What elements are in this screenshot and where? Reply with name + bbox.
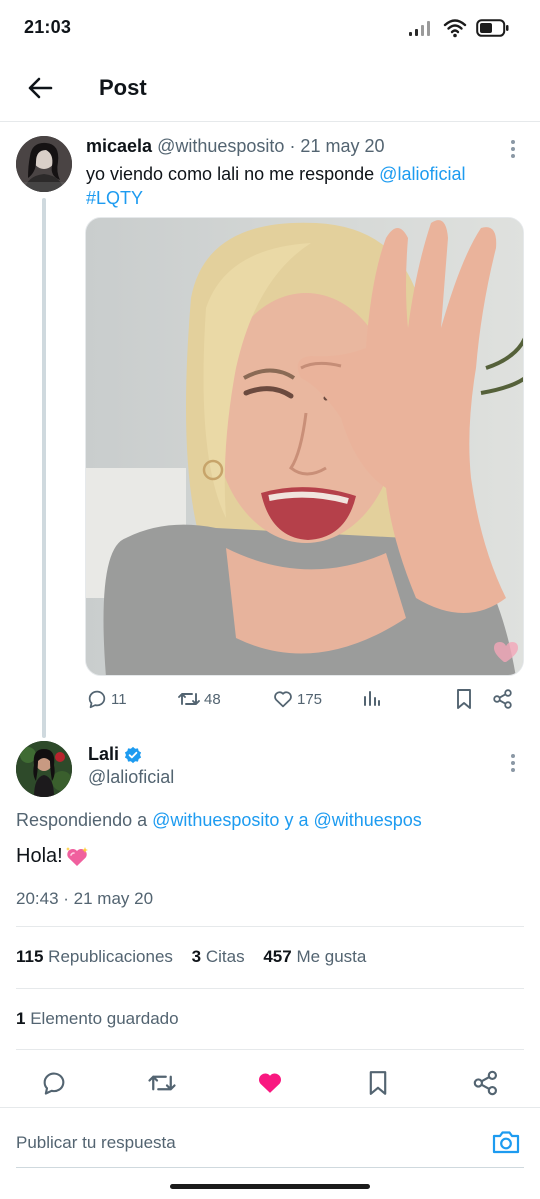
comment-icon [88,690,106,709]
reply-mention-1[interactable]: @withuesposito [152,810,279,830]
bookmarks-stat[interactable]: 1 Elemento guardado [16,1009,179,1029]
post-body: Hola! [16,845,63,867]
signal-icon [409,21,430,36]
heart-icon [274,691,292,708]
reply-bar: Publicar tu respuesta [0,1107,540,1171]
photo-crying-girl [86,218,523,675]
camera-icon[interactable] [490,1126,522,1158]
reply-count: 11 [111,690,127,708]
divider [16,926,524,927]
share-button[interactable] [471,1068,501,1098]
like-button[interactable]: 175 [272,688,322,710]
avatar-micaela[interactable] [16,136,72,192]
author-name[interactable]: Lali [88,744,142,765]
page-title: Post [99,75,147,100]
reply-placeholder: Publicar tu respuesta [16,1133,176,1152]
repost-button[interactable]: 48 [177,688,221,710]
replying-to: Respondiendo a @withuesposito y a @withu… [16,810,422,831]
wifi-icon [443,19,467,38]
more-options-icon[interactable] [508,752,518,774]
avatar-image [16,741,72,797]
repost-icon [148,1075,176,1091]
like-count: 175 [297,690,323,708]
repost-icon [178,693,200,705]
bookmark-button[interactable] [454,688,474,710]
avatar-lali[interactable] [16,741,72,797]
like-button[interactable] [255,1068,285,1098]
battery-icon [476,19,509,37]
bookmark-icon [369,1071,387,1095]
comment-icon [43,1072,65,1095]
reply-button[interactable]: 11 [86,688,127,710]
reposts-count: 115 [16,947,44,966]
thread-line [42,198,46,738]
hashtag-link[interactable]: #LQTY [86,188,143,208]
heart-filled-icon [259,1073,281,1093]
reply-prefix: Respondiendo a [16,810,153,830]
post-media[interactable] [85,217,524,676]
reposts-label: Republicaciones [48,947,173,966]
analytics-button[interactable] [362,688,382,708]
share-icon [493,689,512,709]
reply-mention-2[interactable]: @withuespos [313,810,421,830]
post-timestamp: 20:43 · 21 may 20 [16,889,154,908]
quotes-label: Citas [205,947,245,966]
arrow-left-icon [28,77,53,99]
author-handle[interactable]: @withuesposito [157,136,284,156]
divider [16,988,524,989]
repost-count: 48 [204,690,221,708]
likes-stat[interactable]: 457 Me gusta [263,947,366,966]
status-time: 21:03 [24,17,72,37]
likes-count: 457 [263,947,292,966]
quotes-stat[interactable]: 3 Citas [192,947,245,966]
back-button[interactable] [20,68,60,108]
post-body: yo viendo como lali no me responde [86,164,380,184]
share-icon [473,1070,498,1096]
avatar-image [16,136,72,192]
reply-input[interactable]: Publicar tu respuesta [16,1118,524,1168]
reposts-stat[interactable]: 115 Republicaciones [16,947,173,966]
divider [16,1049,524,1050]
author-name-text: Lali [88,744,120,764]
quotes-count: 3 [191,947,202,966]
app-bar: Post [0,56,540,122]
post-text: Hola! [16,845,89,868]
post-date: · 21 may 20 [289,136,385,156]
verified-badge-icon [124,746,142,763]
repost-button[interactable] [147,1068,177,1098]
post-stats: 115 Republicaciones 3 Citas 457 Me gusta [16,947,366,967]
saved-label: Elemento guardado [30,1009,179,1028]
share-button[interactable] [492,688,514,710]
reply-and: y a [279,810,314,830]
main-post-actions [0,1064,540,1104]
home-indicator[interactable] [170,1184,370,1189]
post-actions: 11 48 175 [86,684,526,716]
bookmark-icon [457,689,471,709]
bookmark-button[interactable] [363,1068,393,1098]
status-icons [408,16,510,40]
sparkling-heart-emoji-icon [65,846,88,866]
post-text: yo viendo como lali no me responde @lali… [86,162,506,210]
reply-button[interactable] [39,1068,69,1098]
mention-link[interactable]: @lalioficial [379,164,465,184]
analytics-icon [364,691,380,706]
post-header: micaela @withuesposito · 21 may 20 [86,136,384,157]
author-name[interactable]: micaela [86,136,152,156]
status-bar: 21:03 [0,0,540,56]
likes-label: Me gusta [296,947,367,966]
author-handle[interactable]: @lalioficial [88,767,174,788]
saved-count: 1 [16,1009,26,1028]
more-options-icon[interactable] [508,138,518,160]
